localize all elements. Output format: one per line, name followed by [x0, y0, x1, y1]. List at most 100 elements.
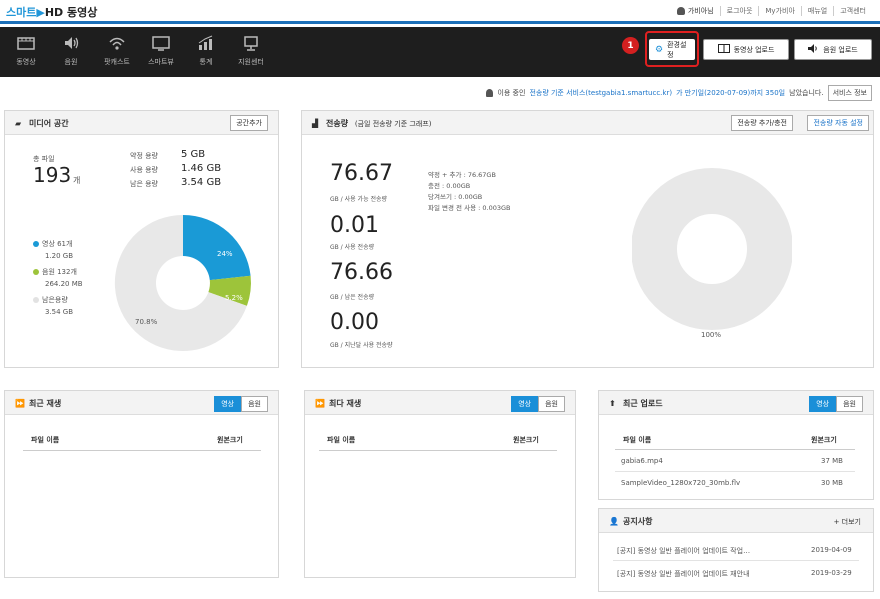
notice-row-2-title[interactable]: [공지] 동영상 일반 플레이어 업데이트 재안내: [617, 569, 750, 579]
film-small-icon: [717, 44, 730, 55]
contract-label: 약정 용량: [130, 152, 158, 160]
nav-item-support[interactable]: 지원센터: [226, 35, 276, 67]
fast-forward-icon: ⏩: [15, 399, 25, 408]
add-space-button[interactable]: 공간추가: [230, 115, 268, 131]
recent-upload-title: 최근 업로드: [623, 399, 663, 408]
legend-video-swatch: [33, 240, 39, 247]
upload-video-button[interactable]: 동영상 업로드: [703, 39, 789, 60]
remaining-transfer-label: GB / 남은 전송량: [330, 294, 375, 301]
recent-upload-tab-audio[interactable]: 음원: [836, 396, 863, 412]
notice-row-1-title[interactable]: [공지] 동영상 일반 플레이어 업데이트 작업…: [617, 546, 750, 556]
folder-icon: ▰: [15, 119, 22, 128]
user-icon: [676, 7, 685, 15]
notice-more-link[interactable]: + 더보기: [834, 517, 861, 527]
nav-item-audio[interactable]: 음원: [46, 35, 96, 67]
nav-item-stats[interactable]: 통계: [181, 35, 231, 67]
recent-play-col-size: 원본크기: [217, 436, 243, 444]
top-links: 가비아님 로그아웃 My가비아 매뉴얼 고객센터: [671, 6, 872, 16]
nav-item-smartview[interactable]: 스마트뷰: [136, 35, 186, 67]
recent-upload-divider: [615, 449, 855, 450]
transfer-panel: ▟ 전송량 (금일 전송량 기준 그래프) 전송량 추가/충전 전송량 자동 설…: [301, 110, 874, 368]
nav-item-podcast[interactable]: 팟캐스트: [92, 35, 142, 67]
user-name-link[interactable]: 가비아님: [671, 6, 720, 16]
nav-label-audio: 음원: [64, 58, 78, 66]
person-small-icon: 👤: [609, 517, 619, 526]
monitor-icon: [150, 35, 172, 51]
recent-upload-header: ⬆ 최근 업로드 영상 음원: [599, 391, 873, 415]
logout-link[interactable]: 로그아웃: [719, 6, 759, 16]
logo-arrow-icon: ▶: [36, 6, 45, 19]
bar-chart-icon: [195, 35, 217, 51]
nav-label-support: 지원센터: [238, 58, 264, 66]
recent-upload-row-1-name[interactable]: gabia6.mp4: [621, 457, 663, 465]
used-transfer-label: GB / 사용 전송량: [330, 244, 375, 251]
legend-remaining: 남은용량 3.54 GB: [33, 295, 73, 316]
logo[interactable]: 스마트▶HD 동영상: [6, 4, 97, 20]
media-space-header: ▰ 미디어 공간 공간추가: [5, 111, 278, 135]
recent-play-tab-video[interactable]: 영상: [214, 396, 242, 412]
notice-header: 👤 공지사항 + 더보기: [599, 509, 873, 533]
service-name[interactable]: 전송량 기준 서비스(testgabia1.smartucc.kr): [529, 88, 672, 98]
nav-bar: 동영상 음원 팟캐스트 스마트뷰 통계 지원센터 1 ⚙ 환경설정 동영상 업로…: [0, 27, 880, 77]
service-info-button[interactable]: 서비스 정보: [827, 85, 872, 101]
film-icon: [15, 35, 37, 51]
signal-bars-icon: ▟: [312, 119, 319, 128]
recent-play-col-name: 파일 이름: [31, 436, 60, 444]
nav-label-video: 동영상: [16, 58, 36, 66]
recent-upload-row-2-size: 30 MB: [821, 479, 843, 487]
detail-file-change: 파일 변경 전 사용 : 0.003GB: [428, 204, 511, 212]
service-info-bar: 이용 중인 전송량 기준 서비스(testgabia1.smartucc.kr)…: [486, 85, 872, 101]
recent-upload-col-size: 원본크기: [811, 436, 837, 444]
most-play-panel: ⏩ 최다 재생 영상 음원 파일 이름 원본크기: [304, 390, 576, 578]
speaker-icon: [60, 35, 82, 51]
fast-forward-icon: ⏩: [315, 399, 325, 408]
most-play-tabs: 영상 음원: [511, 396, 565, 412]
transfer-add-button[interactable]: 전송량 추가/충전: [731, 115, 793, 131]
used-label: 사용 용량: [130, 166, 158, 174]
manual-link[interactable]: 매뉴얼: [800, 6, 833, 16]
recent-upload-tab-video[interactable]: 영상: [809, 396, 837, 412]
remain-value: 3.54 GB: [181, 177, 222, 188]
most-play-title: 최다 재생: [329, 399, 362, 408]
recent-play-divider: [23, 450, 261, 451]
remaining-transfer-value: 76.66: [330, 260, 393, 285]
last-month-transfer-value: 0.00: [330, 310, 379, 335]
most-play-divider: [319, 450, 557, 451]
remain-label: 남은 용량: [130, 180, 158, 188]
legend-remaining-swatch: [33, 296, 39, 303]
most-play-tab-video[interactable]: 영상: [511, 396, 539, 412]
nav-label-podcast: 팟캐스트: [104, 58, 130, 66]
mygabia-link[interactable]: My가비아: [758, 6, 801, 16]
transfer-subtitle: (금일 전송량 기준 그래프): [354, 120, 432, 128]
recent-upload-row-2-name[interactable]: SampleVideo_1280x720_30mb.flv: [621, 479, 740, 487]
support-link[interactable]: 고객센터: [833, 6, 872, 16]
upload-arrow-icon: ⬆: [609, 399, 616, 408]
speaker-small-icon: [808, 44, 819, 55]
used-value: 1.46 GB: [181, 163, 222, 174]
transfer-title: 전송량: [326, 119, 349, 128]
person-icon: [486, 89, 494, 97]
donut-label-audio: 5.2%: [225, 294, 243, 302]
available-transfer-label: GB / 사용 가능 전송량: [330, 196, 388, 203]
detail-contract: 약정 + 추가 : 76.67GB: [428, 171, 496, 179]
nav-label-stats: 통계: [199, 58, 213, 66]
service-text-pre: 이용 중인: [497, 89, 526, 97]
detail-borrow: 당겨쓰기 : 0.00GB: [428, 193, 483, 201]
available-transfer-value: 76.67: [330, 161, 393, 186]
env-settings-button[interactable]: ⚙ 환경설정: [649, 39, 695, 60]
nav-item-video[interactable]: 동영상: [1, 35, 51, 67]
notice-row-1-date: 2019-04-09: [811, 546, 852, 554]
recent-play-tab-audio[interactable]: 음원: [241, 396, 268, 412]
total-files-value: 193: [33, 163, 72, 187]
recent-upload-panel: ⬆ 최근 업로드 영상 음원 파일 이름 원본크기 gabia6.mp4 37 …: [598, 390, 874, 500]
notice-panel: 👤 공지사항 + 더보기 [공지] 동영상 일반 플레이어 업데이트 작업… 2…: [598, 508, 874, 592]
used-transfer-value: 0.01: [330, 213, 379, 238]
legend-audio: 음원 132개 264.20 MB: [33, 267, 83, 288]
upload-audio-button[interactable]: 음원 업로드: [794, 39, 872, 60]
most-play-tab-audio[interactable]: 음원: [538, 396, 565, 412]
media-space-title: 미디어 공간: [29, 119, 69, 128]
recent-play-tabs: 영상 음원: [214, 396, 268, 412]
recent-play-panel: ⏩ 최근 재생 영상 음원 파일 이름 원본크기: [4, 390, 279, 578]
recent-upload-tabs: 영상 음원: [809, 396, 863, 412]
transfer-auto-button[interactable]: 전송량 자동 설정: [807, 115, 869, 131]
